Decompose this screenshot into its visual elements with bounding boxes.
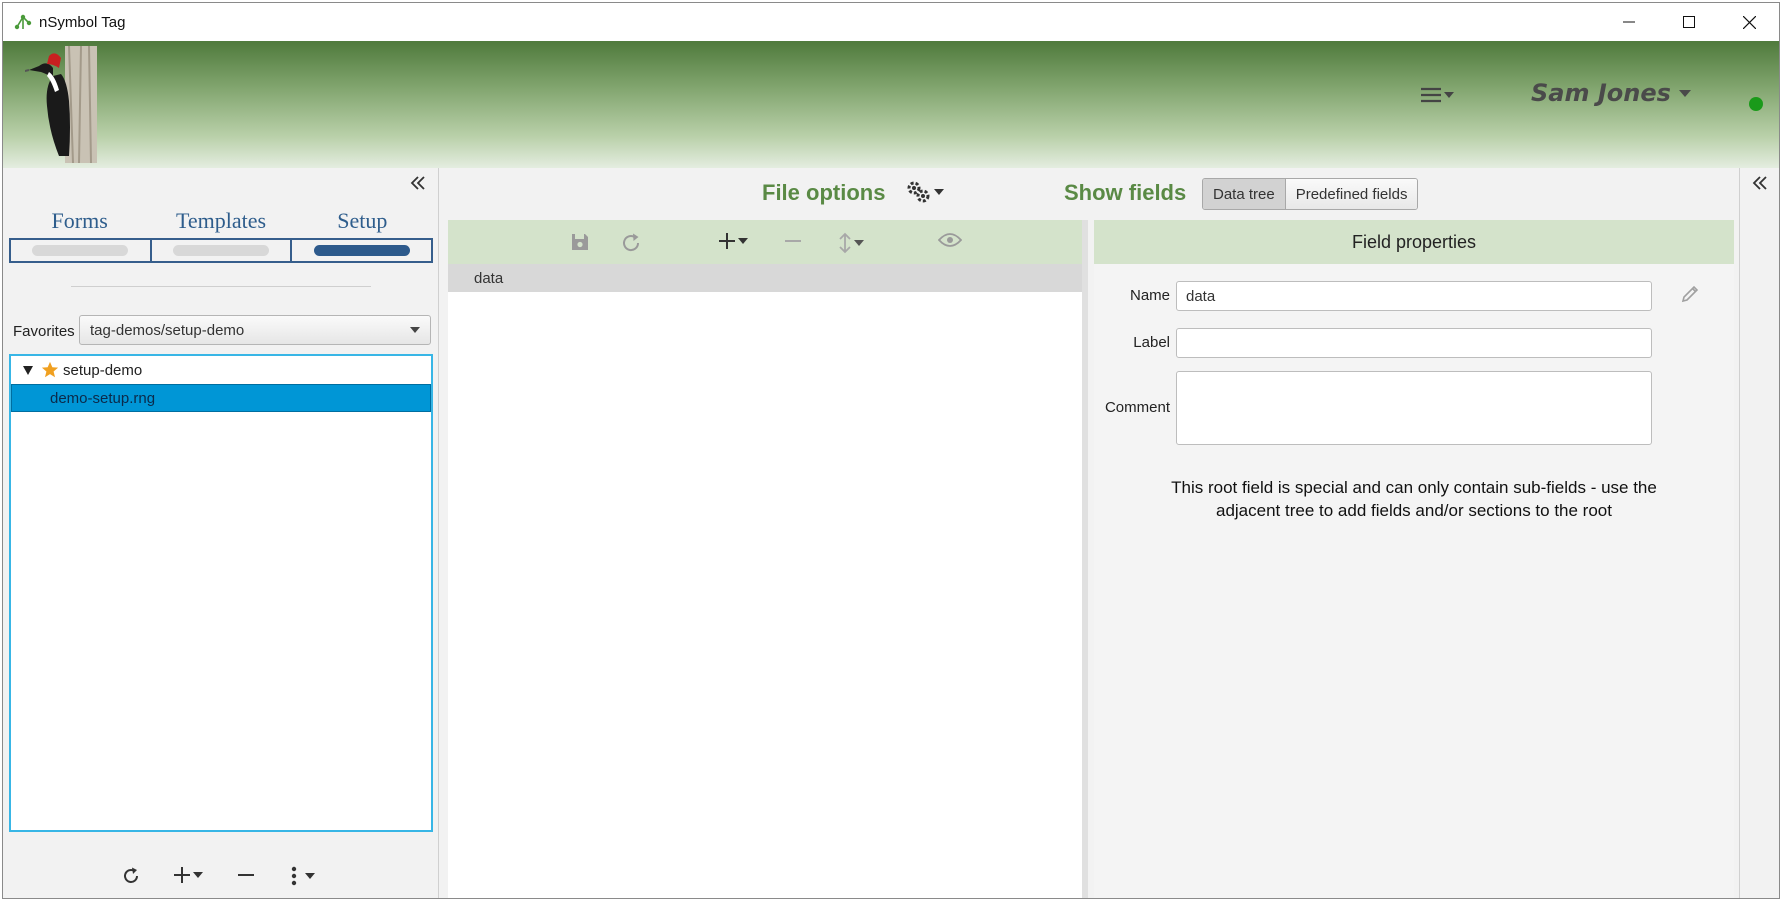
gears-icon [907,181,930,203]
expand-right-panel-button[interactable] [1752,176,1768,194]
app-icon [14,14,32,30]
tree-folder-row[interactable]: setup-demo [11,356,431,384]
show-fields-label: Show fields [1064,180,1187,205]
tree-file-row[interactable]: demo-setup.rng [11,384,431,412]
minus-icon [238,874,254,876]
comment-label: Comment [1104,399,1170,416]
connection-status-indicator [1749,97,1763,111]
predefined-fields-toggle[interactable]: Predefined fields [1285,179,1418,209]
mode-tabs: Forms Templates Setup [9,208,433,234]
field-properties-header: Field properties [1094,220,1734,264]
close-icon [1742,15,1756,29]
data-tree-toggle[interactable]: Data tree [1203,179,1286,209]
main-menu-button[interactable] [1421,87,1454,103]
mode-tab-indicators [9,238,433,263]
preview-button[interactable] [938,232,962,248]
left-panel: Forms Templates Setup Favorites tag-demo… [3,168,439,898]
label-label: Label [1133,334,1170,351]
refresh-icon [124,867,138,883]
tree-folder-label: setup-demo [63,361,143,379]
add-button[interactable] [173,866,203,884]
window-title: nSymbol Tag [39,13,126,31]
maximize-button[interactable] [1659,3,1719,41]
plus-icon [174,867,190,883]
close-button[interactable] [1719,3,1779,41]
collapse-left-panel-button[interactable] [410,176,426,194]
header-banner: Sam Jones [3,41,1779,168]
tree-file-label: demo-setup.rng [50,389,156,407]
eye-icon [938,233,962,247]
reload-button[interactable] [620,232,642,254]
name-label: Name [1129,287,1170,304]
double-chevron-left-icon [1752,176,1767,190]
title-bar: nSymbol Tag [3,3,1779,41]
data-tree-toolbar [448,220,1082,264]
window-controls [1599,3,1779,41]
root-field-note-line-1: This root field is special and can only … [1171,478,1657,497]
root-field-note: This root field is special and can only … [1134,476,1694,522]
field-properties-pane: Field properties Name data Label Comment… [1094,220,1734,898]
minus-icon [785,240,801,242]
main-area: File options Show fields Data tree Prede… [444,168,1736,898]
show-fields-toggle: Data tree Predefined fields [1202,178,1419,210]
add-field-button[interactable] [718,232,748,250]
save-button[interactable] [570,232,590,252]
minimize-button[interactable] [1599,3,1659,41]
divider [71,286,371,287]
refresh-button[interactable] [121,866,141,886]
minimize-icon [1623,21,1635,23]
expand-triangle-icon[interactable] [23,365,33,375]
caret-down-icon [934,189,944,195]
plus-icon [719,233,735,249]
move-field-button[interactable] [838,232,864,254]
user-menu-button[interactable]: Sam Jones [1531,79,1691,107]
caret-down-icon [193,872,203,878]
maximize-icon [1683,16,1695,28]
user-name: Sam Jones [1531,79,1671,107]
favorites-value: tag-demos/setup-demo [90,321,245,339]
comment-field[interactable] [1176,371,1652,445]
app-window: nSymbol Tag Sam Jones Forms Templates Se… [2,2,1780,899]
tree-root-row[interactable]: data [448,264,1082,292]
reload-icon [623,233,640,252]
root-field-note-line-2: adjacent tree to add fields and/or secti… [1216,501,1612,520]
favorites-label: Favorites [13,323,75,340]
right-panel [1739,168,1779,898]
tab-forms[interactable]: Forms [9,208,150,234]
save-icon [572,234,588,250]
caret-down-icon [305,873,315,879]
star-icon [41,361,59,378]
label-field[interactable] [1176,328,1652,358]
file-options-label: File options [762,180,886,205]
caret-down-icon [854,240,864,246]
favorites-dropdown[interactable]: tag-demos/setup-demo [79,315,431,345]
tab-templates-indicator[interactable] [152,240,293,261]
move-arrows-icon [839,232,851,254]
remove-button[interactable] [237,866,255,884]
data-tree-pane: data [448,220,1088,898]
remove-field-button[interactable] [784,232,802,250]
pencil-icon[interactable] [1680,284,1700,304]
tree-root-label: data [474,269,504,287]
tab-setup-indicator[interactable] [292,240,431,261]
caret-down-icon [410,327,420,333]
tab-setup[interactable]: Setup [292,208,433,234]
name-value: data [1186,287,1216,305]
caret-down-icon [1444,92,1454,98]
caret-down-icon [738,238,748,244]
woodpecker-logo [25,46,97,163]
tab-forms-indicator[interactable] [11,240,152,261]
double-chevron-left-icon [410,176,425,190]
hamburger-menu-icon [1421,87,1441,103]
file-options-menu-button[interactable] [906,180,944,204]
caret-down-icon [1678,89,1691,97]
file-tree: setup-demo demo-setup.rng [9,354,433,832]
tab-templates[interactable]: Templates [150,208,291,234]
kebab-icon [291,866,297,886]
more-options-button[interactable] [291,866,315,886]
name-field[interactable]: data [1176,281,1652,311]
left-toolbar [3,858,439,898]
